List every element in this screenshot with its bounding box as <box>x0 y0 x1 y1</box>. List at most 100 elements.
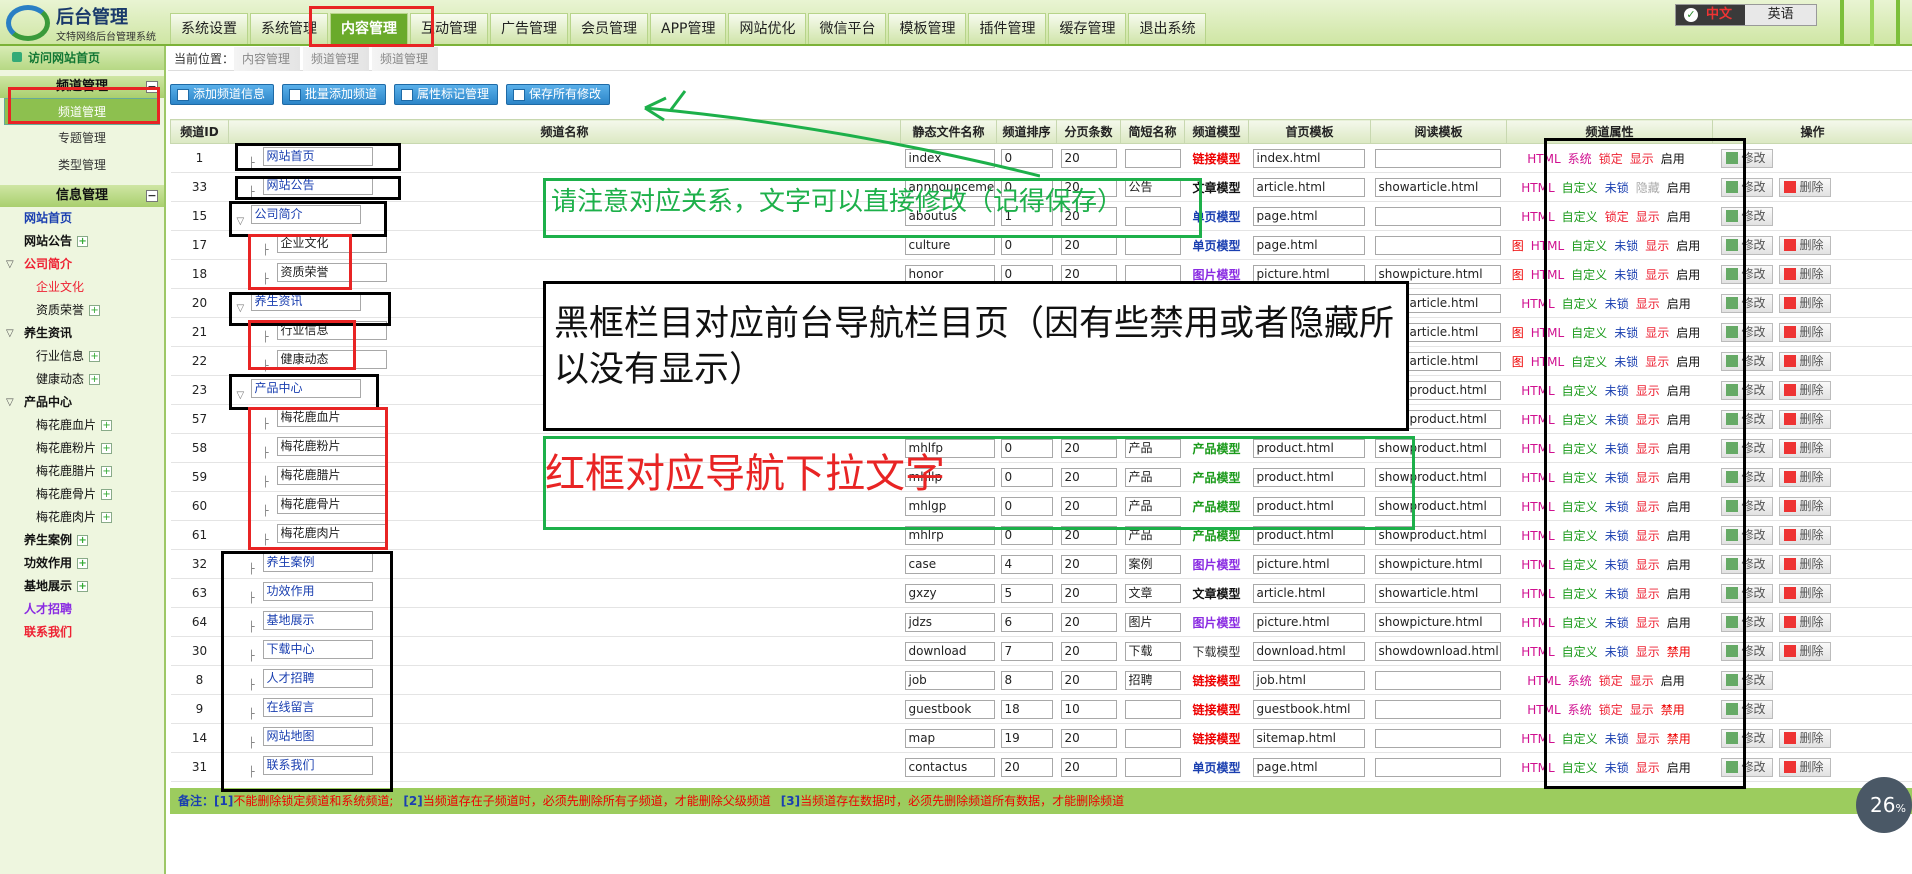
sort-input[interactable]: 0 <box>1000 409 1053 429</box>
short-name-input[interactable]: 产品 <box>1124 380 1181 400</box>
page-size-input[interactable]: 20 <box>1060 728 1117 748</box>
short-name-input[interactable] <box>1124 728 1181 748</box>
attribute-tag[interactable]: 未锁 <box>1605 616 1629 630</box>
attribute-tag[interactable]: 显示 <box>1636 297 1660 311</box>
delete-button[interactable]: 删除 <box>1778 583 1831 603</box>
edit-button[interactable]: 修改 <box>1720 380 1773 400</box>
attribute-tag[interactable]: 自定义 <box>1571 326 1607 340</box>
attribute-tag[interactable]: 显示 <box>1636 645 1660 659</box>
attribute-tag[interactable]: HTML <box>1521 500 1554 514</box>
channel-name-input[interactable]: 梅花鹿腊片 <box>276 466 387 485</box>
attribute-tag[interactable]: HTML <box>1527 703 1560 717</box>
sort-input[interactable]: 0 <box>1000 235 1053 255</box>
attribute-tag[interactable]: HTML <box>1521 529 1554 543</box>
delete-button[interactable]: 删除 <box>1778 293 1831 313</box>
channel-name-input[interactable]: 产品中心 <box>250 379 361 398</box>
short-name-input[interactable]: 产品 <box>1124 438 1181 458</box>
static-file-input[interactable]: mhlrp <box>904 525 995 545</box>
lang-en-button[interactable]: 英语 <box>1745 5 1816 25</box>
sidebar-tree-item[interactable]: 企业文化 <box>0 276 164 299</box>
channel-name-input[interactable]: 基地展示 <box>262 611 373 630</box>
short-name-input[interactable] <box>1124 757 1181 777</box>
page-size-input[interactable]: 20 <box>1060 148 1117 168</box>
edit-button[interactable]: 修改 <box>1720 641 1773 661</box>
page-size-input[interactable]: 10 <box>1060 699 1117 719</box>
attribute-tag[interactable]: 自定义 <box>1562 645 1598 659</box>
save-all-button[interactable]: 保存所有修改 <box>506 84 611 105</box>
attribute-tag[interactable]: 未锁 <box>1614 355 1638 369</box>
edit-button[interactable]: 修改 <box>1720 206 1773 226</box>
sidebar-tree-item[interactable]: 梅花鹿粉片 + <box>0 437 164 460</box>
sidebar-tree-item[interactable]: 梅花鹿骨片 + <box>0 483 164 506</box>
page-size-input[interactable]: 20 <box>1060 525 1117 545</box>
attribute-tag[interactable]: 自定义 <box>1562 471 1598 485</box>
attribute-tag[interactable]: 启用 <box>1661 152 1685 166</box>
topnav-item[interactable]: 缓存管理 <box>1048 13 1127 44</box>
attribute-tag[interactable]: HTML <box>1521 210 1554 224</box>
page-size-input[interactable]: 20 <box>1060 380 1117 400</box>
attribute-tag[interactable]: 显示 <box>1636 732 1660 746</box>
add-icon[interactable]: + <box>89 374 101 385</box>
attribute-tag[interactable]: 启用 <box>1667 297 1691 311</box>
edit-button[interactable]: 修改 <box>1720 148 1773 168</box>
short-name-input[interactable]: 公告 <box>1124 177 1181 197</box>
short-name-input[interactable]: 图片 <box>1124 612 1181 632</box>
page-size-input[interactable]: 20 <box>1060 409 1117 429</box>
add-icon[interactable]: + <box>101 420 113 431</box>
page-size-input[interactable]: 20 <box>1060 757 1117 777</box>
short-name-input[interactable]: 文章 <box>1124 583 1181 603</box>
attribute-tag[interactable]: 自定义 <box>1562 413 1598 427</box>
sort-input[interactable]: 3 <box>1000 380 1053 400</box>
channel-name-input[interactable]: 网站地图 <box>262 727 373 746</box>
edit-button[interactable]: 修改 <box>1720 670 1773 690</box>
topnav-item[interactable]: APP管理 <box>650 13 727 44</box>
static-file-input[interactable]: download <box>904 641 995 661</box>
home-template-input[interactable]: page.html <box>1252 206 1365 226</box>
edit-button[interactable]: 修改 <box>1720 235 1773 255</box>
channel-name-input[interactable]: 梅花鹿血片 <box>276 408 387 427</box>
topnav-item[interactable]: 微信平台 <box>808 13 887 44</box>
attribute-tag[interactable]: 未锁 <box>1605 500 1629 514</box>
attribute-tag[interactable]: 显示 <box>1645 326 1669 340</box>
sort-input[interactable]: 0 <box>1000 467 1053 487</box>
sort-input[interactable]: 0 <box>1000 496 1053 516</box>
sidebar-tree-item[interactable]: 人才招聘 <box>0 598 164 621</box>
attribute-tag[interactable]: 未锁 <box>1605 587 1629 601</box>
page-size-input[interactable]: 20 <box>1060 496 1117 516</box>
channel-name-input[interactable]: 健康动态 <box>276 350 387 369</box>
static-file-input[interactable]: culture <box>904 235 995 255</box>
home-template-input[interactable]: index.html <box>1252 148 1365 168</box>
topnav-item[interactable]: 系统管理 <box>250 13 328 44</box>
attribute-tag[interactable]: 未锁 <box>1605 732 1629 746</box>
attribute-tag[interactable]: 显示 <box>1636 500 1660 514</box>
sidebar-tree-item[interactable]: 健康动态 + <box>0 368 164 391</box>
attribute-tag[interactable]: 未锁 <box>1614 239 1638 253</box>
attribute-tag[interactable]: HTML <box>1521 645 1554 659</box>
read-template-input[interactable]: showpicture.html <box>1374 554 1501 574</box>
attribute-tag[interactable]: 未锁 <box>1605 645 1629 659</box>
short-name-input[interactable] <box>1124 699 1181 719</box>
attribute-tag[interactable]: 未锁 <box>1605 529 1629 543</box>
sidebar-tree-item[interactable]: ▽ 养生资讯 <box>0 322 164 345</box>
attribute-tag[interactable]: 自定义 <box>1571 239 1607 253</box>
topnav-item[interactable]: 会员管理 <box>570 13 648 44</box>
static-file-input[interactable]: honor <box>904 264 995 284</box>
page-size-input[interactable]: 20 <box>1060 641 1117 661</box>
edit-button[interactable]: 修改 <box>1720 612 1773 632</box>
edit-button[interactable]: 修改 <box>1720 409 1773 429</box>
short-name-input[interactable]: 案例 <box>1124 554 1181 574</box>
read-template-input[interactable]: showpicture.html <box>1374 264 1501 284</box>
short-name-input[interactable]: 招聘 <box>1124 670 1181 690</box>
edit-button[interactable]: 修改 <box>1720 583 1773 603</box>
delete-button[interactable]: 删除 <box>1778 641 1831 661</box>
topnav-item[interactable]: 模板管理 <box>888 13 967 44</box>
channel-name-input[interactable]: 公司简介 <box>250 205 361 224</box>
attribute-tag[interactable]: 自定义 <box>1562 181 1598 195</box>
home-template-input[interactable]: article.html <box>1252 322 1365 342</box>
short-name-input[interactable] <box>1124 235 1181 255</box>
add-icon[interactable]: + <box>77 581 89 592</box>
static-file-input[interactable]: guestbook <box>904 699 995 719</box>
attribute-tag[interactable]: 启用 <box>1667 413 1691 427</box>
home-template-input[interactable]: product.html <box>1252 380 1365 400</box>
sort-input[interactable]: 0 <box>1000 322 1053 342</box>
